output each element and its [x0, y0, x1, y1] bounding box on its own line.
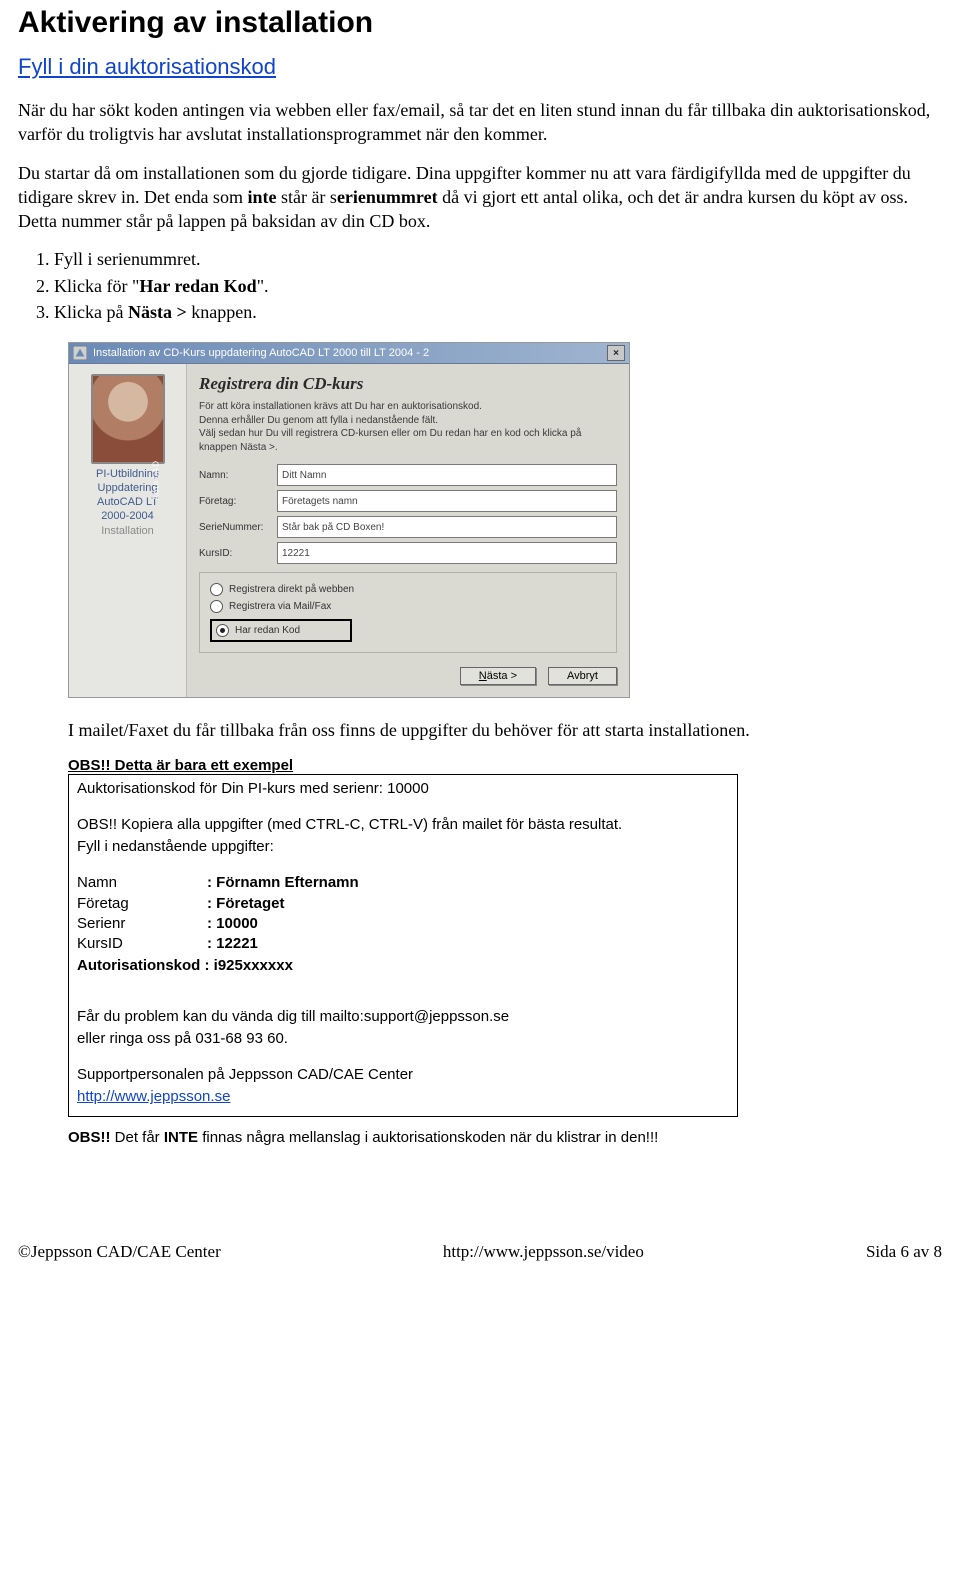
label-kursid: KursID: [199, 548, 277, 559]
page-subtitle: Fyll i din auktorisationskod [18, 54, 942, 80]
footer-right: Sida 6 av 8 [866, 1242, 942, 1262]
step-3: Klicka på Nästa > knappen. [54, 300, 942, 324]
app-icon [73, 346, 87, 360]
dialog-description: För att köra installationen krävs att Du… [199, 400, 617, 454]
step-1: Fyll i serienummret. [54, 247, 942, 271]
radio-register-mailfax[interactable]: Registrera via Mail/Fax [210, 600, 606, 613]
label-serial: SerieNummer: [199, 522, 277, 533]
register-options: Registrera direkt på webben Registrera v… [199, 572, 617, 653]
example-warning: OBS!! Detta är bara ett exempel [68, 757, 942, 774]
example-mail-box: Auktorisationskod för Din PI-kurs med se… [68, 774, 738, 1117]
label-company: Företag: [199, 496, 277, 507]
radio-register-web[interactable]: Registrera direkt på webben [210, 583, 606, 596]
label-name: Namn: [199, 470, 277, 481]
final-note: OBS!! Det får INTE finnas några mellansl… [68, 1129, 942, 1146]
kursid-field[interactable] [277, 542, 617, 564]
jeppsson-link[interactable]: http://www.jeppsson.se [77, 1088, 230, 1105]
radio-have-code[interactable]: Har redan Kod [210, 619, 352, 642]
company-field[interactable] [277, 490, 617, 512]
footer-left: ©Jeppsson CAD/CAE Center [18, 1242, 221, 1262]
dialog-titlebar: Installation av CD-Kurs uppdatering Auto… [69, 343, 629, 364]
dialog-sidebar: AutoCAD PI-Utbildning Uppdatering AutoCA… [69, 364, 187, 697]
next-button[interactable]: Nästa > [460, 667, 536, 685]
step-2: Klicka för "Har redan Kod". [54, 274, 942, 298]
close-icon[interactable]: × [607, 345, 625, 361]
after-para: I mailet/Faxet du får tillbaka från oss … [68, 718, 942, 742]
dialog-header: Registrera din CD-kurs [199, 374, 617, 394]
footer-mid: http://www.jeppsson.se/video [443, 1242, 644, 1262]
cancel-button[interactable]: Avbryt [548, 667, 617, 685]
page-footer: ©Jeppsson CAD/CAE Center http://www.jepp… [18, 1236, 942, 1262]
intro-para-2: Du startar då om installationen som du g… [18, 161, 942, 234]
name-field[interactable] [277, 464, 617, 486]
installer-dialog: Installation av CD-Kurs uppdatering Auto… [68, 342, 630, 698]
sidebar-head-image: AutoCAD [91, 374, 165, 464]
intro-para-1: När du har sökt koden antingen via webbe… [18, 98, 942, 147]
serial-field[interactable] [277, 516, 617, 538]
page-title: Aktivering av installation [18, 6, 942, 40]
steps-list: Fyll i serienummret. Klicka för "Har red… [54, 247, 942, 324]
dialog-title: Installation av CD-Kurs uppdatering Auto… [93, 347, 429, 359]
